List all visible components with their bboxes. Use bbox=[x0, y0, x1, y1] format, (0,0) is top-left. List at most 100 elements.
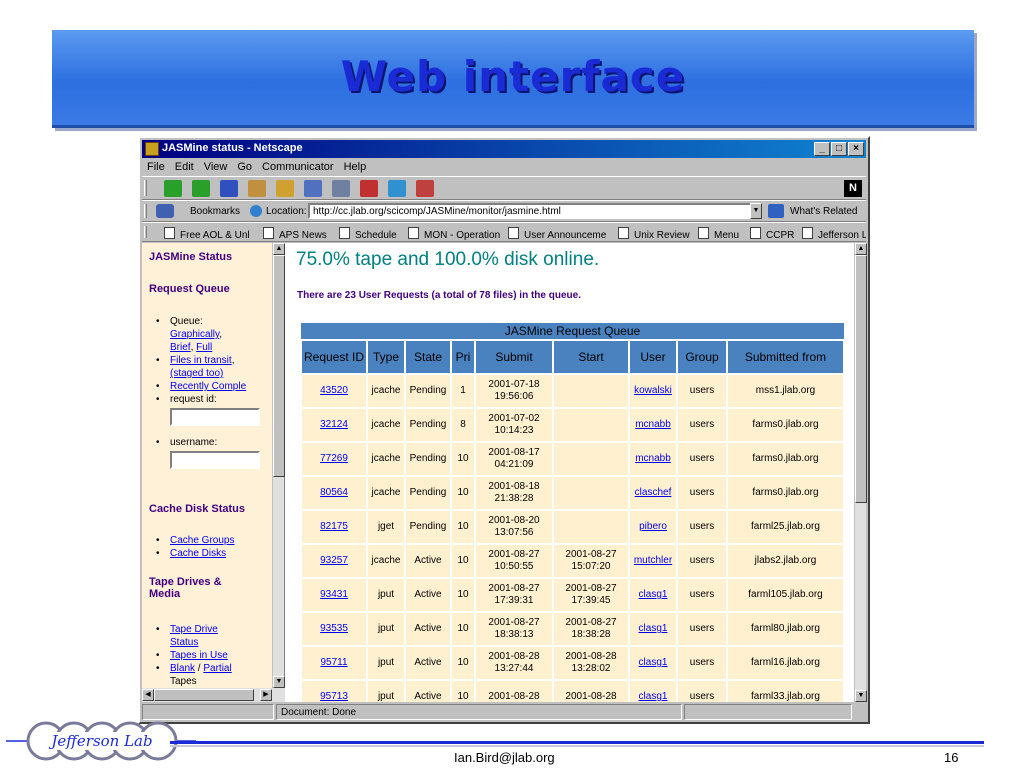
submit-time: 10:14:23 bbox=[494, 425, 534, 436]
request-id-link[interactable]: 95711 bbox=[320, 657, 347, 668]
scroll-left-icon[interactable]: ◀ bbox=[142, 689, 154, 701]
back-icon[interactable] bbox=[164, 180, 182, 197]
menu-help[interactable]: Help bbox=[339, 159, 372, 173]
security-icon[interactable] bbox=[360, 180, 378, 197]
cell-submit: 2001-08-20 13:07:56 bbox=[474, 509, 554, 545]
toolbar-grip[interactable] bbox=[144, 180, 147, 196]
cell-user: mcnabb bbox=[628, 441, 678, 477]
scroll-down-icon[interactable]: ▼ bbox=[855, 690, 867, 702]
link-staged-too[interactable]: (staged too) bbox=[170, 368, 223, 379]
request-id-link[interactable]: 32124 bbox=[320, 419, 348, 430]
home-icon[interactable] bbox=[248, 180, 266, 197]
cell-start: 2001-08-27 18:38:28 bbox=[552, 611, 630, 647]
bookmark-free-aol[interactable]: Free AOL & Unl bbox=[164, 227, 250, 241]
whats-related-icon[interactable] bbox=[768, 204, 784, 218]
table-row: 93257 jcache Active 10 2001-08-27 10:50:55 200… bbox=[300, 543, 845, 579]
url-dropdown-icon[interactable]: ▼ bbox=[750, 203, 762, 219]
location-toolbar: Bookmarks Location: http://cc.jlab.org/s… bbox=[142, 200, 866, 222]
link-recently-completed[interactable]: Recently Comple bbox=[170, 381, 246, 392]
link-tapes-in-use[interactable]: Tapes in Use bbox=[170, 650, 228, 661]
user-link[interactable]: mcnabb bbox=[635, 453, 671, 464]
request-id-link[interactable]: 95713 bbox=[320, 691, 348, 702]
link-files-in-transit[interactable]: Files in transit bbox=[170, 355, 232, 366]
print-icon[interactable] bbox=[332, 180, 350, 197]
scroll-right-icon[interactable]: ▶ bbox=[260, 689, 272, 701]
menu-go[interactable]: Go bbox=[232, 159, 257, 173]
request-id-link[interactable]: 77269 bbox=[320, 453, 348, 464]
cell-request-id: 93535 bbox=[300, 611, 368, 647]
username-input[interactable] bbox=[170, 451, 260, 469]
scroll-thumb[interactable] bbox=[855, 255, 867, 503]
bookmark-jefferson-lab[interactable]: Jefferson L bbox=[802, 227, 866, 241]
link-cache-disks[interactable]: Cache Disks bbox=[170, 548, 226, 559]
user-link[interactable]: clasg1 bbox=[639, 589, 668, 600]
bookmark-ccpr[interactable]: CCPR bbox=[750, 227, 794, 241]
bookmark-menu[interactable]: Menu bbox=[698, 227, 739, 241]
bookmark-aps-news[interactable]: APS News bbox=[263, 227, 327, 241]
request-id-link[interactable]: 93535 bbox=[320, 623, 348, 634]
link-full[interactable]: Full bbox=[196, 342, 212, 353]
bookmark-user-announcements[interactable]: User Announceme bbox=[508, 227, 606, 241]
cell-pri: 10 bbox=[450, 509, 476, 545]
user-link[interactable]: claschef bbox=[635, 487, 672, 498]
sidebar-scrollbar[interactable]: ▲ ▼ bbox=[272, 243, 285, 688]
netscape-icon[interactable] bbox=[304, 180, 322, 197]
forward-icon[interactable] bbox=[192, 180, 210, 197]
minimize-icon[interactable]: _ bbox=[814, 142, 830, 156]
stop-icon[interactable] bbox=[416, 180, 434, 197]
scroll-down-icon[interactable]: ▼ bbox=[273, 676, 285, 688]
main-frame: 75.0% tape and 100.0% disk online. There… bbox=[288, 243, 854, 702]
scroll-up-icon[interactable]: ▲ bbox=[855, 243, 867, 255]
user-link[interactable]: clasg1 bbox=[639, 691, 668, 702]
bookmark-unix-review[interactable]: Unix Review bbox=[618, 227, 690, 241]
bookmarks-icon[interactable] bbox=[156, 204, 174, 218]
component-bar[interactable] bbox=[684, 704, 852, 720]
link-blank[interactable]: Blank bbox=[170, 663, 195, 674]
menu-file[interactable]: File bbox=[142, 159, 170, 173]
user-link[interactable]: mutchler bbox=[634, 555, 672, 566]
menu-view[interactable]: View bbox=[199, 159, 233, 173]
cell-state: Active bbox=[404, 611, 452, 647]
scroll-up-icon[interactable]: ▲ bbox=[273, 243, 285, 255]
link-partial[interactable]: Partial bbox=[203, 663, 231, 674]
scroll-thumb[interactable] bbox=[273, 255, 285, 477]
menu-edit[interactable]: Edit bbox=[170, 159, 199, 173]
cell-state: Active bbox=[404, 645, 452, 681]
netscape-logo-icon[interactable]: N bbox=[844, 180, 862, 197]
close-icon[interactable]: × bbox=[848, 142, 864, 156]
toolbar-grip[interactable] bbox=[144, 226, 147, 238]
maximize-icon[interactable]: □ bbox=[831, 142, 847, 156]
user-link[interactable]: mcnabb bbox=[635, 419, 671, 430]
cell-state: Pending bbox=[404, 441, 452, 477]
user-link[interactable]: clasg1 bbox=[639, 657, 668, 668]
whats-related-button[interactable]: What's Related bbox=[790, 206, 858, 217]
link-tape-drive-status[interactable]: Tape Drive Status bbox=[170, 624, 218, 648]
sidebar-hscrollbar[interactable]: ◀ ▶ bbox=[142, 688, 285, 702]
bookmark-mon-operation[interactable]: MON - Operation bbox=[408, 227, 500, 241]
user-link[interactable]: pibero bbox=[639, 521, 667, 532]
url-field[interactable]: http://cc.jlab.org/scicomp/JASMine/monit… bbox=[308, 203, 756, 219]
reload-icon[interactable] bbox=[220, 180, 238, 197]
request-id-link[interactable]: 93431 bbox=[320, 589, 348, 600]
user-link[interactable]: clasg1 bbox=[639, 623, 668, 634]
user-link[interactable]: kowalski bbox=[634, 385, 672, 396]
bookmarks-button[interactable]: Bookmarks bbox=[190, 206, 240, 217]
request-id-link[interactable]: 80564 bbox=[320, 487, 348, 498]
start-date: 2001-08-28 bbox=[565, 691, 617, 702]
col-state: State bbox=[404, 339, 452, 375]
main-scrollbar[interactable]: ▲ ▼ bbox=[854, 243, 867, 702]
request-id-link[interactable]: 82175 bbox=[320, 521, 348, 532]
request-id-input[interactable] bbox=[170, 408, 260, 426]
request-id-link[interactable]: 93257 bbox=[320, 555, 348, 566]
link-graphically[interactable]: Graphically bbox=[170, 329, 219, 340]
cell-type: jput bbox=[366, 645, 406, 681]
search-icon[interactable] bbox=[276, 180, 294, 197]
shop-icon[interactable] bbox=[388, 180, 406, 197]
link-brief[interactable]: Brief bbox=[170, 342, 191, 353]
toolbar-grip[interactable] bbox=[144, 204, 147, 218]
bookmark-schedule[interactable]: Schedule bbox=[339, 227, 397, 241]
hscroll-thumb[interactable] bbox=[154, 689, 254, 701]
link-cache-groups[interactable]: Cache Groups bbox=[170, 535, 234, 546]
request-id-link[interactable]: 43520 bbox=[320, 385, 348, 396]
menu-communicator[interactable]: Communicator bbox=[257, 159, 339, 173]
